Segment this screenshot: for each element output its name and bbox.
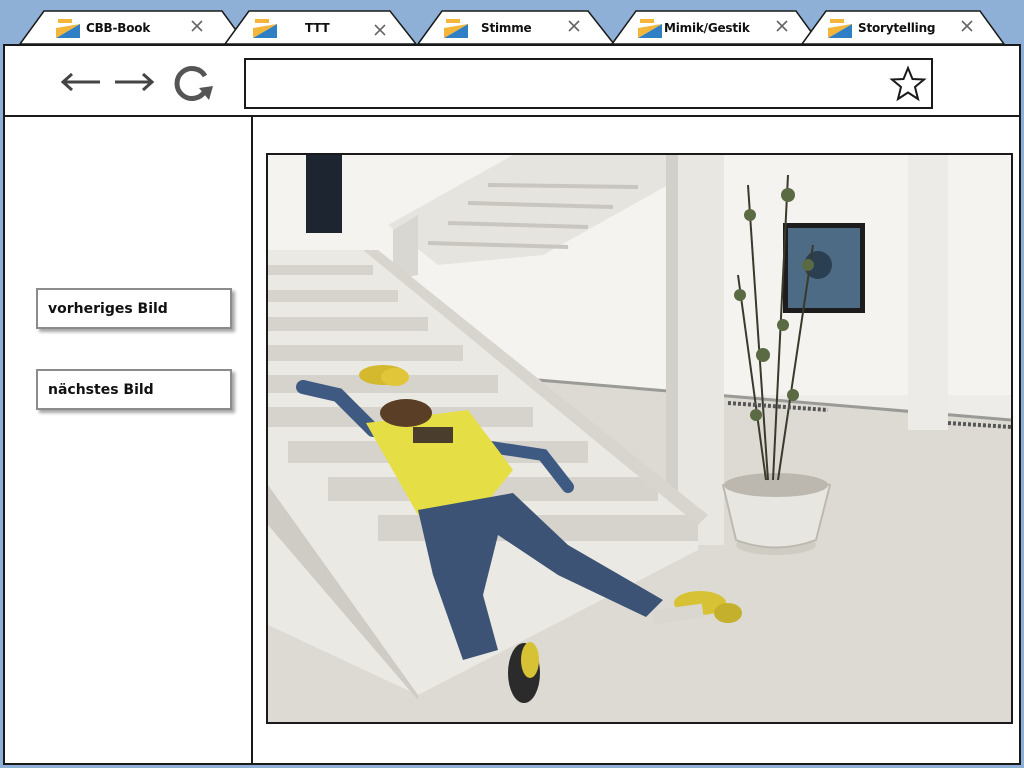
tab-label: Storytelling (858, 21, 936, 35)
address-input[interactable] (254, 68, 874, 100)
tab-label: CBB-Book (86, 21, 151, 35)
photo-illustration (268, 155, 1011, 722)
tab-label: Stimme (481, 21, 532, 35)
close-icon[interactable] (190, 19, 204, 33)
close-icon[interactable] (567, 19, 581, 33)
tab-cbb-book[interactable]: CBB-Book (20, 12, 246, 44)
tab-label: Mimik/Gestik (664, 21, 750, 35)
right-arrow-icon[interactable] (113, 70, 155, 94)
browser-window: vorheriges Bild nächstes Bild (3, 44, 1021, 765)
staircase-photo (266, 153, 1013, 724)
left-arrow-icon[interactable] (60, 70, 102, 94)
cbb-logo-icon (56, 18, 80, 38)
close-icon[interactable] (775, 19, 789, 33)
address-bar[interactable] (244, 58, 933, 109)
cbb-logo-icon (444, 18, 468, 38)
next-image-button[interactable]: nächstes Bild (36, 369, 232, 410)
content-area (255, 117, 1019, 763)
close-icon[interactable] (373, 23, 387, 37)
tab-stimme[interactable]: Stimme (418, 12, 614, 44)
tab-ttt[interactable]: TTT (225, 12, 416, 44)
sidebar: vorheriges Bild nächstes Bild (5, 117, 253, 763)
close-icon[interactable] (960, 19, 974, 33)
toolbar (5, 46, 1019, 117)
star-icon[interactable] (889, 65, 927, 103)
previous-image-button[interactable]: vorheriges Bild (36, 288, 232, 329)
cbb-logo-icon (638, 18, 662, 38)
tab-strip: CBB-Book TTT Stimme Mimik/Gestik Storyte… (0, 0, 1024, 46)
tab-storytelling[interactable]: Storytelling (802, 12, 1004, 44)
cbb-logo-icon (253, 18, 277, 38)
tab-mimik-gestik[interactable]: Mimik/Gestik (612, 12, 820, 44)
cbb-logo-icon (828, 18, 852, 38)
reload-icon[interactable] (171, 64, 215, 102)
tab-label: TTT (305, 21, 330, 35)
